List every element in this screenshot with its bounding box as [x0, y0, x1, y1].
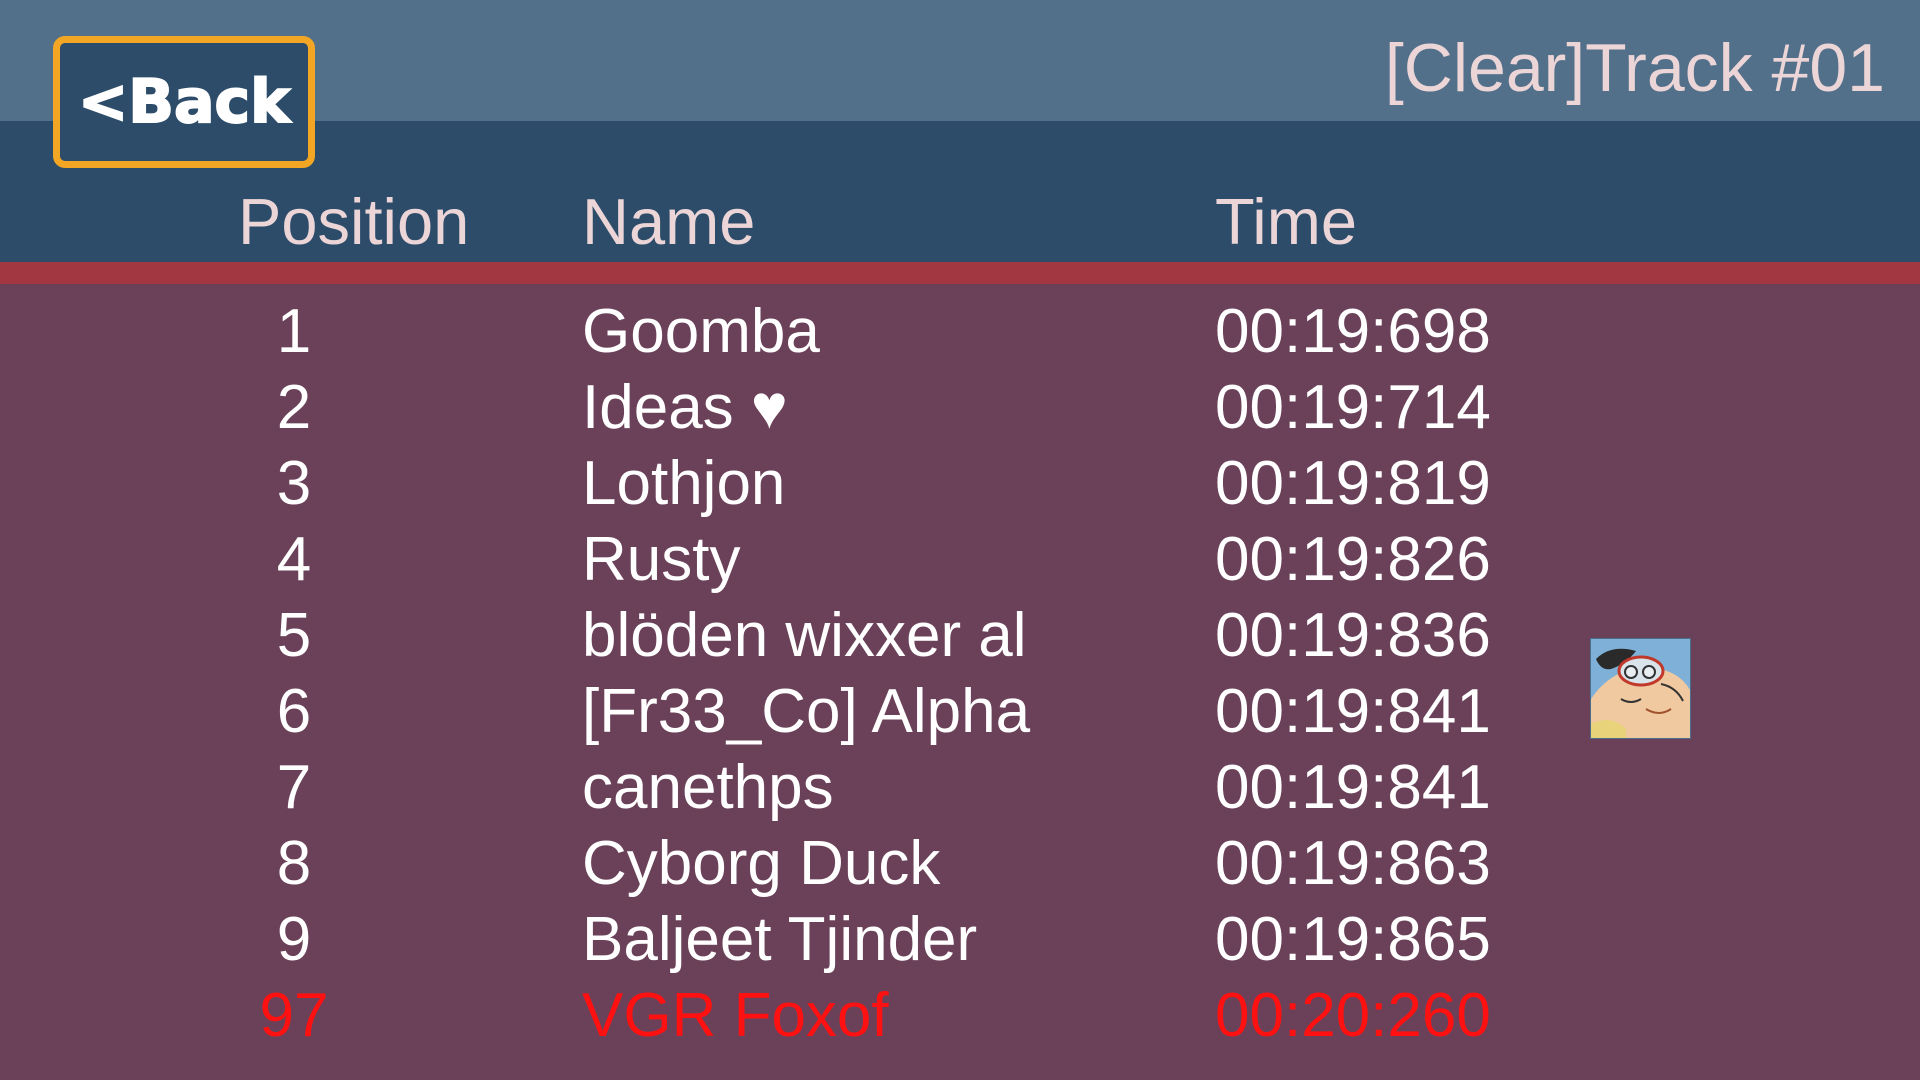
back-button[interactable]: <Back — [53, 36, 315, 168]
row-name: canethps — [582, 753, 834, 822]
row-time: 00:19:826 — [1215, 525, 1491, 594]
row-name: Ideas ♥ — [582, 373, 788, 442]
row-time: 00:19:841 — [1215, 677, 1491, 746]
row-name: Cyborg Duck — [582, 829, 941, 898]
row-position: 7 — [276, 753, 312, 822]
cartoon-avatar-icon — [1590, 638, 1691, 739]
row-time: 00:19:819 — [1215, 449, 1491, 518]
column-header-time: Time — [1215, 185, 1358, 258]
row-time: 00:19:836 — [1215, 601, 1491, 670]
row-name: Rusty — [582, 525, 741, 594]
header-divider — [0, 262, 1920, 284]
player-entry-row: 97 VGR Foxof 00:20:260 — [0, 978, 1920, 1054]
row-time: 00:19:841 — [1215, 753, 1491, 822]
player-position: 97 — [259, 981, 329, 1050]
row-position: 8 — [276, 829, 312, 898]
leaderboard-row: 9 Baljeet Tjinder 00:19:865 — [0, 902, 1920, 978]
row-position: 9 — [276, 905, 312, 974]
row-name: Baljeet Tjinder — [582, 905, 978, 974]
row-position: 5 — [276, 601, 312, 670]
row-position: 3 — [276, 449, 312, 518]
leaderboard-row: 2 Ideas ♥ 00:19:714 — [0, 370, 1920, 446]
row-name: [Fr33_Co] Alpha — [582, 677, 1031, 746]
row-position: 1 — [276, 297, 312, 366]
row-position: 4 — [276, 525, 312, 594]
leaderboard-row: 8 Cyborg Duck 00:19:863 — [0, 826, 1920, 902]
leaderboard-row: 7 canethps 00:19:841 — [0, 750, 1920, 826]
track-title: [Clear]Track #01 — [1384, 30, 1885, 106]
player-time: 00:20:260 — [1215, 981, 1491, 1050]
row-position: 2 — [276, 373, 312, 442]
leaderboard-row: 3 Lothjon 00:19:819 — [0, 446, 1920, 522]
row-time: 00:19:865 — [1215, 905, 1491, 974]
row-name: Lothjon — [582, 449, 786, 518]
row-name: blöden wixxer al — [582, 601, 1027, 670]
avatar-image — [1591, 639, 1690, 738]
row-time: 00:19:714 — [1215, 373, 1491, 442]
column-header-position: Position — [238, 185, 470, 258]
player-name: VGR Foxof — [582, 981, 889, 1050]
row-name: Goomba — [582, 297, 820, 366]
column-header-name: Name — [582, 185, 756, 258]
row-time: 00:19:698 — [1215, 297, 1491, 366]
leaderboard-row: 4 Rusty 00:19:826 — [0, 522, 1920, 598]
row-position: 6 — [276, 677, 312, 746]
leaderboard-row: 1 Goomba 00:19:698 — [0, 294, 1920, 370]
row-time: 00:19:863 — [1215, 829, 1491, 898]
